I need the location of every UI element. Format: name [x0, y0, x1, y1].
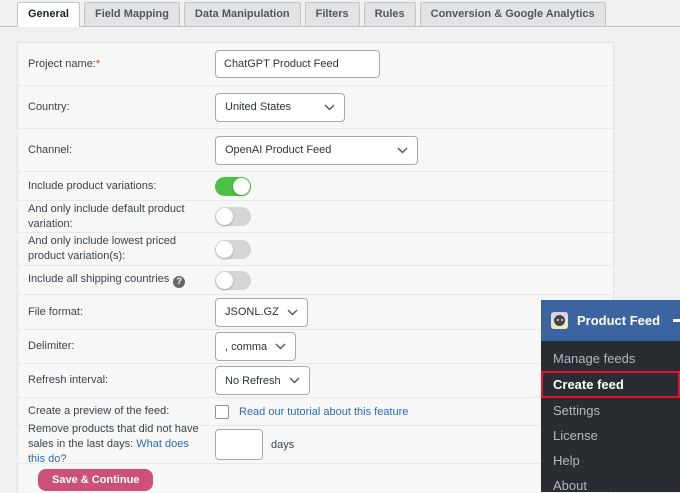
row-remove-products: Remove products that did not have sales … — [18, 426, 613, 464]
tab-conversion-google-analytics[interactable]: Conversion & Google Analytics — [420, 2, 606, 26]
delimiter-label: Delimiter: — [28, 339, 215, 354]
include-variations-label: Include product variations: — [28, 179, 215, 194]
admin-menu-overlay: Product Feed Manage feeds Create feed Se… — [541, 300, 680, 492]
channel-select-value: OpenAI Product Feed — [225, 144, 331, 156]
row-file-format: File format: JSONL.GZ — [18, 295, 613, 330]
tab-general[interactable]: General — [17, 2, 80, 27]
shipping-countries-label: Include all shipping countries? — [28, 272, 215, 287]
remove-products-label: Remove products that did not have sales … — [28, 422, 215, 467]
chevron-down-icon — [287, 309, 298, 316]
save-continue-button[interactable]: Save & Continue — [38, 469, 153, 491]
row-refresh-interval: Refresh interval: No Refresh — [18, 364, 613, 398]
sidebar-title: Product Feed — [577, 313, 660, 328]
default-variation-label: And only include default product variati… — [28, 202, 215, 232]
toggle-knob — [216, 272, 233, 289]
row-country: Country: United States — [18, 86, 613, 129]
chevron-down-icon — [397, 147, 408, 154]
row-default-variation: And only include default product variati… — [18, 201, 613, 233]
row-lowest-priced-variation: And only include lowest priced product v… — [18, 233, 613, 266]
tab-bar: General Field Mapping Data Manipulation … — [0, 0, 680, 27]
tab-rules[interactable]: Rules — [364, 2, 416, 26]
submenu-arrow-icon — [673, 319, 680, 322]
row-channel: Channel: OpenAI Product Feed — [18, 129, 613, 172]
sidebar-item-help[interactable]: Help — [541, 448, 680, 473]
tab-data-manipulation[interactable]: Data Manipulation — [184, 2, 301, 26]
project-name-input[interactable] — [215, 50, 380, 78]
tab-field-mapping[interactable]: Field Mapping — [84, 2, 180, 26]
sidebar-item-settings[interactable]: Settings — [541, 398, 680, 423]
delimiter-select[interactable]: , comma — [215, 332, 296, 361]
sidebar-item-create-feed[interactable]: Create feed — [541, 371, 680, 398]
row-delimiter: Delimiter: , comma — [18, 330, 613, 364]
row-include-variations: Include product variations: — [18, 172, 613, 201]
help-icon[interactable]: ? — [173, 276, 185, 288]
sidebar-header-product-feed[interactable]: Product Feed — [541, 300, 680, 341]
chevron-down-icon — [324, 104, 335, 111]
country-select-value: United States — [225, 101, 291, 113]
row-project-name: Project name:* — [18, 43, 613, 86]
remove-products-days-input[interactable] — [215, 429, 263, 460]
toggle-knob — [216, 208, 233, 225]
file-format-select[interactable]: JSONL.GZ — [215, 298, 308, 327]
feed-preview-label: Create a preview of the feed: — [28, 404, 215, 419]
sidebar-menu: Manage feeds Create feed Settings Licens… — [541, 341, 680, 492]
toggle-knob — [216, 241, 233, 258]
channel-select[interactable]: OpenAI Product Feed — [215, 136, 418, 165]
days-suffix-label: days — [271, 439, 294, 451]
default-variation-toggle[interactable] — [215, 207, 251, 226]
country-label: Country: — [28, 100, 215, 115]
general-settings-panel: Project name:* Country: United States Ch… — [17, 42, 614, 493]
lowest-priced-variation-label: And only include lowest priced product v… — [28, 234, 215, 264]
country-select[interactable]: United States — [215, 93, 345, 122]
feed-preview-checkbox[interactable] — [215, 405, 229, 419]
file-format-select-value: JSONL.GZ — [225, 306, 279, 318]
shipping-countries-toggle[interactable] — [215, 271, 251, 290]
chevron-down-icon — [275, 343, 286, 350]
chevron-down-icon — [289, 377, 300, 384]
product-feed-logo-icon — [551, 312, 568, 329]
refresh-interval-label: Refresh interval: — [28, 373, 215, 388]
row-save: Save & Continue — [18, 464, 613, 493]
refresh-interval-select-value: No Refresh — [225, 375, 281, 387]
project-name-label: Project name:* — [28, 57, 215, 72]
tab-filters[interactable]: Filters — [305, 2, 360, 26]
sidebar-item-manage-feeds[interactable]: Manage feeds — [541, 346, 680, 371]
include-variations-toggle[interactable] — [215, 177, 251, 196]
preview-tutorial-link[interactable]: Read our tutorial about this feature — [239, 406, 408, 418]
file-format-label: File format: — [28, 305, 215, 320]
sidebar-item-license[interactable]: License — [541, 423, 680, 448]
toggle-knob — [233, 178, 250, 195]
lowest-priced-variation-toggle[interactable] — [215, 240, 251, 259]
row-shipping-countries: Include all shipping countries? — [18, 266, 613, 295]
sidebar-item-about[interactable]: About — [541, 473, 680, 492]
refresh-interval-select[interactable]: No Refresh — [215, 366, 310, 395]
robot-face-icon — [554, 315, 565, 326]
required-asterisk: * — [96, 58, 100, 70]
delimiter-select-value: , comma — [225, 341, 267, 353]
channel-label: Channel: — [28, 143, 215, 158]
